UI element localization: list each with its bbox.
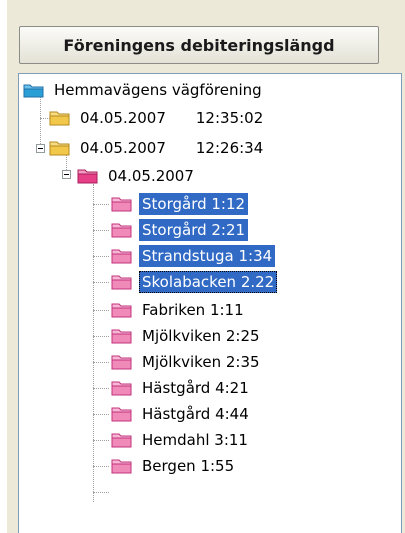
tree-item-label: Strandstuga 1:34 [139,245,276,267]
tree-node-label: 04.05.2007 [108,167,194,185]
folder-icon [111,274,133,290]
folder-icon [111,380,133,396]
tree-item-label: Storgård 2:21 [139,219,249,241]
tree-item[interactable]: Fabriken 1:11 [111,298,247,322]
tree-line [93,362,109,363]
folder-icon [49,110,71,126]
tree-line [93,310,109,311]
folder-icon [49,140,71,156]
tree-node-time: 12:26:34 [195,139,264,157]
tree-line [93,466,109,467]
tree-item-label: Mjölkviken 2:25 [142,327,260,345]
folder-icon [111,248,133,264]
tree-item-label: Hästgård 4:44 [142,405,249,423]
folder-icon [77,168,99,184]
tree-item-label: Fabriken 1:11 [142,301,244,319]
tree-line [93,282,109,283]
tree-item-label: Bergen 1:55 [142,457,235,475]
tree-item[interactable]: Mjölkviken 2:25 [111,324,263,348]
folder-icon [111,222,133,238]
tree-node-date: 04.05.2007 [80,139,166,157]
tree-item-label: Mjölkviken 2:35 [142,353,260,371]
tree-item[interactable]: Bergen 1:55 [111,454,237,478]
tree-line [93,230,109,231]
tree-item[interactable]: Hemdahl 3:11 [111,428,251,452]
folder-icon [111,458,133,474]
tree-node-root[interactable]: Hemmavägens vägförening [23,78,265,102]
debit-list-panel: Föreningens debiteringslängd Hemmavägens… [9,0,402,533]
tree-line [93,256,109,257]
tree-item[interactable]: Storgård 2:21 [111,218,249,242]
tree-item[interactable]: Hästgård 4:44 [111,402,252,426]
folder-icon [111,432,133,448]
tree-node-batch2[interactable]: 04.05.2007 12:26:34 [49,136,266,160]
collapse-toggle-batch2[interactable] [36,144,45,153]
folder-icon [111,302,133,318]
tree-item[interactable]: Hästgård 4:21 [111,376,252,400]
tree-item-label: Storgård 1:12 [139,193,249,215]
tree-item-label: Skolabacken 2.22 [139,271,278,293]
tree-node-label: Hemmavägens vägförening [54,81,262,99]
tree-line [93,440,109,441]
tree-item[interactable]: Skolabacken 2.22 [111,270,278,294]
folder-icon [111,354,133,370]
folder-open-icon [23,82,45,98]
tree-line [93,184,94,502]
tree-item[interactable]: Strandstuga 1:34 [111,244,276,268]
tree-line [93,204,109,205]
tree-line [93,414,109,415]
debit-tree[interactable]: Hemmavägens vägförening 04.05.2007 12:35… [18,73,402,533]
panel-title: Föreningens debiteringslängd [63,35,335,55]
panel-header[interactable]: Föreningens debiteringslängd [19,26,379,64]
tree-node-time: 12:35:02 [195,109,264,127]
tree-node-batch1[interactable]: 04.05.2007 12:35:02 [49,106,266,130]
left-edge [0,0,7,533]
tree-line [93,336,109,337]
tree-node-sub[interactable]: 04.05.2007 [77,164,197,188]
tree-line [93,492,109,493]
tree-item[interactable]: Storgård 1:12 [111,192,249,216]
collapse-toggle-sub[interactable] [62,170,71,179]
folder-icon [111,328,133,344]
tree-item[interactable]: Mjölkviken 2:35 [111,350,263,374]
tree-item-label: Hemdahl 3:11 [142,431,248,449]
tree-item-label: Hästgård 4:21 [142,379,249,397]
tree-node-date: 04.05.2007 [80,109,166,127]
folder-icon [111,196,133,212]
folder-icon [111,406,133,422]
tree-line [93,388,109,389]
